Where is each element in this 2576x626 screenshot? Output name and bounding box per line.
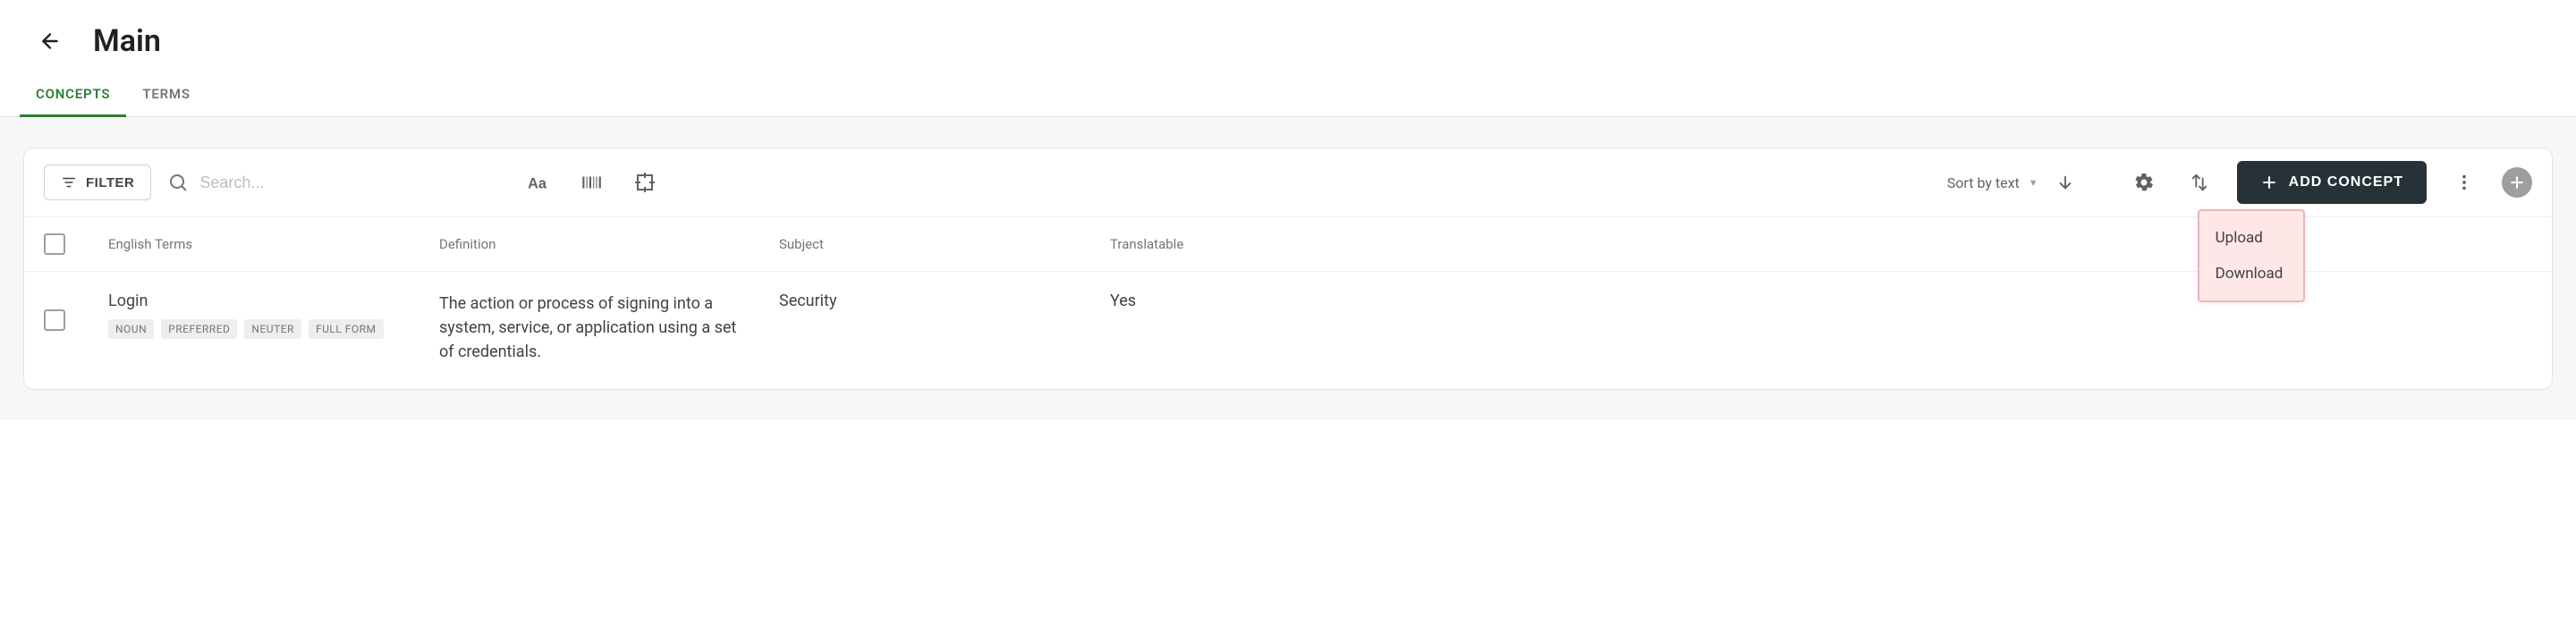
gear-icon xyxy=(2133,172,2155,193)
add-concept-label: ADD CONCEPT xyxy=(2289,174,2403,190)
search-icon xyxy=(167,172,189,193)
subject-text: Security xyxy=(779,292,1110,310)
text-case-button[interactable]: Aa xyxy=(520,165,555,200)
arrow-left-icon xyxy=(38,30,62,53)
sort-label: Sort by text xyxy=(1947,174,2020,191)
toolbar: FILTER Aa Sort by text ▼ xyxy=(24,148,2552,216)
text-case-icon: Aa xyxy=(526,171,549,194)
menu-item-upload[interactable]: Upload xyxy=(2199,220,2303,256)
table-row[interactable]: Login NOUN PREFERRED NEUTER FULL FORM Th… xyxy=(24,272,2552,389)
definition-text: The action or process of signing into a … xyxy=(439,292,743,364)
filter-label: FILTER xyxy=(86,175,134,190)
term-name: Login xyxy=(108,292,439,310)
term-tags: NOUN PREFERRED NEUTER FULL FORM xyxy=(108,319,439,339)
frame-button[interactable] xyxy=(627,165,663,200)
tabs: CONCEPTS TERMS xyxy=(0,73,2576,117)
frame-icon xyxy=(634,172,656,193)
row-checkbox[interactable] xyxy=(44,309,65,331)
column-header-subject[interactable]: Subject xyxy=(779,236,1110,252)
column-header-terms[interactable]: English Terms xyxy=(108,236,439,252)
tag: PREFERRED xyxy=(161,319,237,339)
chevron-down-icon: ▼ xyxy=(2029,177,2038,189)
svg-text:Aa: Aa xyxy=(529,176,548,192)
content-area: FILTER Aa Sort by text ▼ xyxy=(0,117,2576,420)
add-fab-button[interactable] xyxy=(2502,167,2532,198)
select-all-checkbox[interactable] xyxy=(44,233,65,255)
plus-icon xyxy=(2508,173,2526,191)
arrow-down-icon xyxy=(2055,173,2075,192)
translatable-text: Yes xyxy=(1110,292,2532,310)
concepts-card: FILTER Aa Sort by text ▼ xyxy=(23,148,2553,390)
header: Main xyxy=(0,0,2576,73)
import-export-icon xyxy=(2190,173,2209,192)
search-input[interactable] xyxy=(199,173,468,192)
table-header: English Terms Definition Subject Transla… xyxy=(24,216,2552,272)
plus-icon xyxy=(2260,173,2278,191)
tab-concepts[interactable]: CONCEPTS xyxy=(36,73,110,116)
more-vertical-icon xyxy=(2454,173,2474,192)
page-title: Main xyxy=(93,23,161,59)
sort-direction-button[interactable] xyxy=(2047,165,2083,200)
back-button[interactable] xyxy=(32,23,68,59)
view-tools: Aa xyxy=(520,165,663,200)
tag: NOUN xyxy=(108,319,154,339)
menu-item-download[interactable]: Download xyxy=(2199,256,2303,292)
tab-terms[interactable]: TERMS xyxy=(142,73,191,116)
barcode-button[interactable] xyxy=(573,165,609,200)
barcode-icon xyxy=(580,171,603,194)
settings-button[interactable] xyxy=(2126,165,2162,200)
filter-icon xyxy=(61,174,77,190)
more-button[interactable] xyxy=(2446,165,2482,200)
add-concept-button[interactable]: ADD CONCEPT xyxy=(2237,161,2427,204)
sort-dropdown[interactable]: Sort by text ▼ xyxy=(1947,165,2083,200)
tag: FULL FORM xyxy=(309,319,384,339)
search-field[interactable] xyxy=(167,172,468,193)
import-export-menu: Upload Download xyxy=(2198,209,2305,302)
filter-button[interactable]: FILTER xyxy=(44,165,151,200)
right-tools: Upload Download ADD CONCEPT xyxy=(2126,161,2532,204)
column-header-definition[interactable]: Definition xyxy=(439,236,779,252)
tag: NEUTER xyxy=(244,319,301,339)
import-export-button[interactable] xyxy=(2182,165,2217,200)
column-header-translatable[interactable]: Translatable xyxy=(1110,236,2532,252)
